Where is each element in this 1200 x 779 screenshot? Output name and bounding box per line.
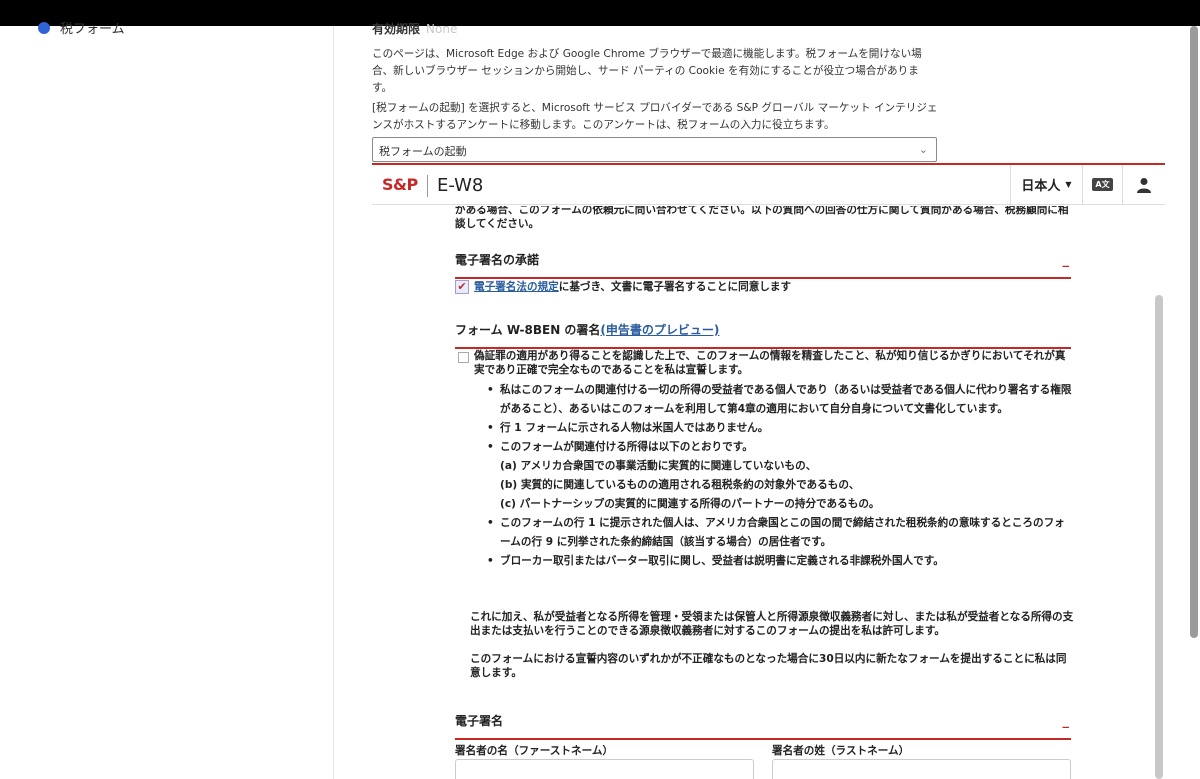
collapse-button[interactable]: _: [1063, 714, 1070, 729]
sub-list-item: (a) アメリカ合衆国での事業活動に実質的に関連していないもの、: [500, 460, 817, 472]
form-scrollbar[interactable]: [1155, 295, 1163, 779]
translate-icon: A文: [1092, 178, 1113, 191]
section-esignature: 電子署名 _: [455, 712, 1071, 740]
list-item: このフォームの行 1 に提示された個人は、アメリカ合衆国とこの国の間で締結された…: [474, 514, 1074, 552]
list-item: ブローカー取引またはバーター取引に関し、受益者は説明書に定義される非課税外国人で…: [474, 552, 1074, 571]
page-scrollbar[interactable]: [1190, 26, 1198, 638]
section-esign-consent: 電子署名の承諾 _: [455, 251, 1071, 279]
consent-label: 電子署名法の規定に基づき、文書に電子署名することに同意します: [474, 279, 791, 294]
intro-text: がある場合、このフォームの依頼元に問い合わせてください。以下の質問への回答の仕方…: [455, 206, 1069, 230]
tax-form-frame: S&P E-W8 日本人 ▼ A文 がある場合、このフォームの依頼元に問い合わせて…: [372, 163, 1165, 779]
left-nav-item-tax-forms[interactable]: 税フォーム: [38, 18, 125, 37]
section-title: 電子署名の承諾: [455, 253, 540, 267]
sp-logo: S&P: [382, 175, 418, 194]
list-item: このフォームが関連付ける所得は以下のとおりです。: [474, 438, 1074, 457]
last-name-label: 署名者の姓（ラストネーム）: [772, 745, 910, 757]
user-account-button[interactable]: [1122, 165, 1165, 204]
section-title: 電子署名: [455, 714, 504, 728]
sub-list-item: (c) パートナーシップの実質的に関連する所得のパートナーの持分であるもの。: [500, 498, 880, 510]
declaration-list: 私はこのフォームの関連付ける一切の所得の受益者である個人であり（あるいは受益者で…: [474, 381, 1074, 571]
list-item: 私はこのフォームの関連付ける一切の所得の受益者である個人であり（あるいは受益者で…: [474, 381, 1074, 419]
header-divider: [427, 175, 428, 197]
top-bar: [0, 0, 1200, 26]
left-nav-item-label: 税フォーム: [60, 22, 125, 37]
sub-list-item: (b) 実質的に関連しているものの適用される租税条約の対象外であるもの、: [500, 479, 860, 491]
declaration-checkbox[interactable]: [458, 352, 469, 363]
launch-notice: [税フォームの起動] を選択すると、Microsoft サービス プロバイダーで…: [372, 102, 938, 131]
esign-law-link[interactable]: 電子署名法の規定: [474, 281, 559, 293]
preview-link[interactable]: (申告書のプレビュー): [600, 323, 719, 337]
language-selector[interactable]: 日本人 ▼: [1010, 165, 1082, 204]
chevron-down-icon: ⌄: [918, 143, 928, 156]
last-name-input[interactable]: [772, 759, 1071, 779]
browser-notice: このページは、Microsoft Edge および Google Chrome …: [372, 48, 922, 94]
section-title: フォーム W-8BEN の署名: [455, 323, 601, 337]
first-name-label: 署名者の名（ファーストネーム）: [455, 745, 614, 757]
launch-tax-form-select[interactable]: 税フォームの起動 ⌄: [372, 137, 937, 162]
consent-text: に基づき、文書に電子署名することに同意します: [558, 281, 792, 293]
expiry-label: 有効期限: [372, 22, 421, 36]
caret-down-icon: ▼: [1065, 180, 1072, 189]
first-name-input[interactable]: [455, 759, 754, 779]
consent-row: ✔ 電子署名法の規定に基づき、文書に電子署名することに同意します: [455, 279, 791, 294]
expiry-row: 有効期限 None: [372, 20, 457, 37]
expiry-value: None: [426, 22, 458, 36]
section-w8ben-signature: フォーム W-8BEN の署名(申告書のプレビュー): [455, 321, 1071, 349]
user-icon: [1137, 177, 1151, 193]
form-body: がある場合、このフォームの依頼元に問い合わせてください。以下の質問への回答の仕方…: [372, 206, 1165, 779]
left-panel: 税フォーム: [0, 21, 334, 779]
declaration-text: 偽証罪の適用があり得ることを認識した上で、このフォームの情報を精査したこと、私が…: [474, 350, 1066, 376]
translate-button[interactable]: A文: [1082, 165, 1122, 204]
form-header: S&P E-W8 日本人 ▼ A文: [372, 165, 1165, 205]
select-value: 税フォームの起動: [379, 145, 467, 158]
update-agreement: このフォームにおける宣誓内容のいずれかが不正確なものとなった場合に30日以内に新…: [470, 653, 1067, 679]
form-title: E-W8: [437, 175, 484, 196]
additional-authorization: これに加え、私が受益者となる所得を管理・受領または保管人と所得源泉徴収義務者に対…: [470, 611, 1074, 637]
consent-checkbox[interactable]: ✔: [455, 279, 469, 294]
collapse-button[interactable]: _: [1063, 253, 1070, 268]
selected-radio-icon: [38, 21, 50, 34]
language-label: 日本人: [1021, 179, 1061, 194]
list-item: 行 1 フォームに示される人物は米国人ではありません。: [474, 419, 1074, 438]
